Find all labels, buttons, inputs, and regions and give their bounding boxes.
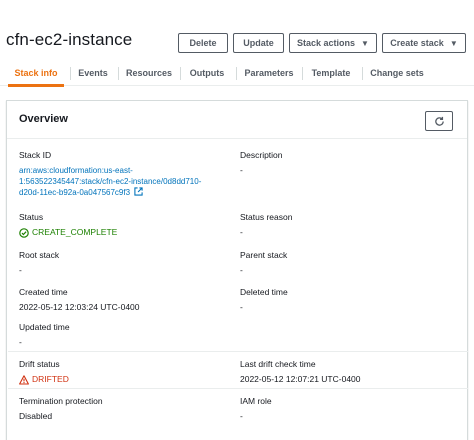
status-reason-label: Status reason [240, 212, 293, 222]
drift-status-value: DRIFTED [19, 374, 229, 385]
check-circle-icon [19, 227, 29, 238]
stack-id-line: arn:aws:cloudformation:us-east- [19, 166, 133, 175]
last-drift-check-label: Last drift check time [240, 359, 316, 369]
description-field: Description - [240, 150, 460, 176]
stack-actions-label: Stack actions [297, 38, 356, 48]
description-label: Description [240, 150, 283, 160]
root-stack-value: - [19, 265, 22, 275]
iam-role-field: IAM role - [240, 396, 460, 422]
refresh-icon [434, 116, 444, 126]
create-stack-button[interactable]: Create stack ▼ [382, 33, 466, 53]
drift-status-text: DRIFTED [32, 374, 69, 384]
tab-template[interactable]: Template [306, 60, 356, 86]
tab-parameters[interactable]: Parameters [240, 60, 298, 86]
caret-down-icon: ▼ [361, 38, 369, 48]
created-time-field: Created time 2022-05-12 12:03:24 UTC-040… [19, 287, 229, 313]
delete-button-label: Delete [189, 38, 217, 48]
stack-id-link[interactable]: arn:aws:cloudformation:us-east- 1:563522… [19, 165, 229, 198]
update-button[interactable]: Update [233, 33, 284, 53]
stack-actions-button[interactable]: Stack actions ▼ [289, 33, 377, 53]
termination-protection-value: Disabled [19, 411, 53, 421]
tab-divider [118, 67, 119, 80]
external-link-icon [134, 187, 143, 196]
parent-stack-label: Parent stack [240, 250, 288, 260]
create-stack-label: Create stack [390, 38, 444, 48]
overview-header: Overview [7, 101, 467, 139]
page-title: cfn-ec2-instance [6, 30, 133, 49]
status-text: CREATE_COMPLETE [32, 227, 118, 237]
tab-divider [70, 67, 71, 80]
updated-time-label: Updated time [19, 322, 70, 332]
tab-divider [302, 67, 303, 80]
iam-role-value: - [240, 411, 243, 421]
update-button-label: Update [243, 38, 274, 48]
root-stack-field: Root stack - [19, 250, 229, 276]
overview-panel: Overview Stack ID arn:aws:cloudformation… [6, 100, 468, 440]
tab-bar: Stack info Events Resources Outputs Para… [0, 60, 474, 87]
termination-protection-label: Termination protection [19, 396, 103, 406]
updated-time-field: Updated time - [19, 322, 229, 348]
tab-stack-info[interactable]: Stack info [8, 60, 64, 87]
created-time-label: Created time [19, 287, 68, 297]
stack-id-field: Stack ID arn:aws:cloudformation:us-east-… [19, 150, 229, 198]
stack-id-label: Stack ID [19, 150, 52, 160]
drift-status-label: Drift status [19, 359, 60, 369]
status-field: Status CREATE_COMPLETE [19, 212, 229, 238]
deleted-time-label: Deleted time [240, 287, 288, 297]
parent-stack-field: Parent stack - [240, 250, 460, 276]
last-drift-check-value: 2022-05-12 12:07:21 UTC-0400 [240, 374, 361, 384]
section-divider [8, 351, 468, 352]
termination-protection-field: Termination protection Disabled [19, 396, 229, 422]
deleted-time-field: Deleted time - [240, 287, 460, 313]
status-reason-value: - [240, 227, 243, 237]
drift-status-field: Drift status DRIFTED [19, 359, 229, 385]
updated-time-value: - [19, 337, 22, 347]
tab-divider [362, 67, 363, 80]
tab-outputs[interactable]: Outputs [184, 60, 230, 86]
iam-role-label: IAM role [240, 396, 272, 406]
parent-stack-value: - [240, 265, 243, 275]
status-reason-field: Status reason - [240, 212, 460, 238]
section-divider [8, 388, 468, 389]
tab-events[interactable]: Events [72, 60, 114, 86]
last-drift-check-field: Last drift check time 2022-05-12 12:07:2… [240, 359, 460, 385]
refresh-button[interactable] [425, 111, 453, 131]
stack-id-line: 1:563522345447:stack/cfn-ec2-instance/0d… [19, 177, 202, 186]
delete-button[interactable]: Delete [178, 33, 228, 53]
tab-change-sets[interactable]: Change sets [366, 60, 428, 86]
tab-resources[interactable]: Resources [122, 60, 176, 86]
overview-title: Overview [19, 113, 68, 125]
page-header: cfn-ec2-instance Delete Update Stack act… [0, 0, 474, 56]
created-time-value: 2022-05-12 12:03:24 UTC-0400 [19, 302, 140, 312]
tab-divider [236, 67, 237, 80]
status-label: Status [19, 212, 44, 222]
deleted-time-value: - [240, 302, 243, 312]
warning-icon [19, 374, 29, 385]
stack-id-line: d20d-11ec-b92a-0a047567c9f3 [19, 188, 131, 197]
root-stack-label: Root stack [19, 250, 60, 260]
tab-divider [180, 67, 181, 80]
status-value: CREATE_COMPLETE [19, 227, 229, 238]
description-value: - [240, 165, 243, 175]
caret-down-icon: ▼ [449, 38, 458, 48]
